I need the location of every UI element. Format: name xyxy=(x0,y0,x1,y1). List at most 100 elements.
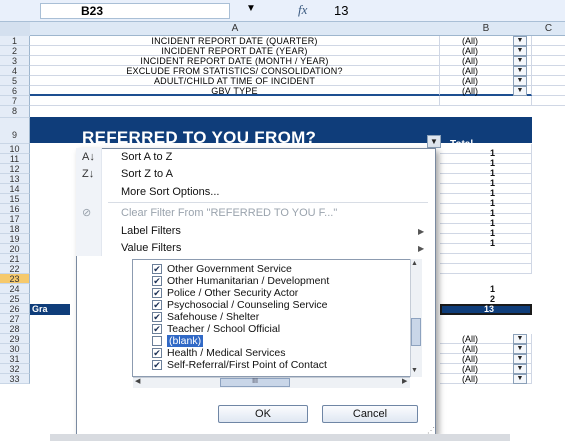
row-number[interactable]: 8 xyxy=(0,106,30,118)
row-number[interactable]: 7 xyxy=(0,96,30,106)
cell[interactable] xyxy=(532,96,565,106)
row-number[interactable]: 28 xyxy=(0,324,30,334)
cell[interactable] xyxy=(532,76,565,86)
checkbox[interactable]: ✔ xyxy=(152,348,162,358)
row-number[interactable]: 27 xyxy=(0,314,30,324)
cell[interactable] xyxy=(440,214,532,224)
checkbox-unchecked[interactable] xyxy=(152,336,162,346)
column-header-a[interactable]: A xyxy=(30,22,440,36)
row-number[interactable]: 22 xyxy=(0,264,30,274)
row-number[interactable]: 6 xyxy=(0,86,30,96)
total-value[interactable]: 1 xyxy=(490,178,495,188)
filter-label[interactable]: GBV TYPE xyxy=(30,86,440,96)
row-number[interactable]: 32 xyxy=(0,364,30,374)
cell[interactable] xyxy=(532,66,565,76)
filter-label[interactable]: ADULT/CHILD AT TIME OF INCIDENT xyxy=(30,76,440,86)
checkbox[interactable]: ✔ xyxy=(152,360,162,370)
row-number[interactable]: 24 xyxy=(0,284,30,294)
row-number[interactable]: 13 xyxy=(0,174,30,184)
cell[interactable] xyxy=(440,154,532,164)
row-number[interactable]: 14 xyxy=(0,184,30,194)
pivot-row-field-title[interactable]: REFERRED TO YOU FROM? xyxy=(82,128,316,148)
checkbox[interactable]: ✔ xyxy=(152,288,162,298)
filter-value-cell[interactable]: (All) ▼ xyxy=(440,344,532,354)
row-number[interactable]: 21 xyxy=(0,254,30,264)
horizontal-scroll-thumb[interactable]: III xyxy=(220,378,290,387)
row-number-selected[interactable]: 23 xyxy=(0,274,30,284)
row-number[interactable]: 20 xyxy=(0,244,30,254)
scroll-up-icon[interactable]: ▲ xyxy=(411,260,418,267)
name-box[interactable]: B23 xyxy=(40,3,230,19)
checkbox[interactable]: ✔ xyxy=(152,324,162,334)
filter-value-cell[interactable]: (All) ▼ xyxy=(440,66,532,76)
checklist-item-label[interactable]: Teacher / School Official xyxy=(167,323,280,335)
cell[interactable] xyxy=(440,184,532,194)
checklist-item-label[interactable]: Other Government Service xyxy=(167,263,292,275)
row-number[interactable]: 33 xyxy=(0,374,30,384)
ok-button[interactable]: OK xyxy=(218,405,308,423)
cell[interactable] xyxy=(440,96,532,106)
total-value[interactable]: 1 xyxy=(490,208,495,218)
row-number[interactable]: 11 xyxy=(0,154,30,164)
checkbox[interactable]: ✔ xyxy=(152,276,162,286)
row-number[interactable]: 31 xyxy=(0,354,30,364)
filter-label[interactable]: INCIDENT REPORT DATE (YEAR) xyxy=(30,46,440,56)
filter-value-cell[interactable]: (All) ▼ xyxy=(440,364,532,374)
cell[interactable] xyxy=(440,254,532,264)
row-number[interactable]: 26 xyxy=(0,304,30,314)
filter-label[interactable]: INCIDENT REPORT DATE (MONTH / YEAR) xyxy=(30,56,440,66)
scroll-left-icon[interactable]: ◀ xyxy=(135,377,140,385)
total-value[interactable]: 1 xyxy=(490,188,495,198)
checkbox[interactable]: ✔ xyxy=(152,264,162,274)
sort-z-to-a-item[interactable]: Sort Z to A xyxy=(121,167,173,181)
scroll-right-icon[interactable]: ▶ xyxy=(402,377,407,385)
column-header-c[interactable]: C xyxy=(532,22,565,36)
filter-label[interactable]: EXCLUDE FROM STATISTICS/ CONSOLIDATION? xyxy=(30,66,440,76)
row-number[interactable]: 16 xyxy=(0,204,30,214)
filter-value-cell[interactable]: (All) ▼ xyxy=(440,76,532,86)
chevron-down-icon[interactable]: ▼ xyxy=(513,76,527,86)
checklist-item-label-selected[interactable]: (blank) xyxy=(167,335,204,347)
chevron-down-icon[interactable]: ▼ xyxy=(513,354,527,364)
cell[interactable] xyxy=(532,46,565,56)
total-value[interactable]: 1 xyxy=(490,168,495,178)
row-number[interactable]: 9 xyxy=(0,118,30,144)
row-number[interactable]: 29 xyxy=(0,334,30,344)
filter-value-cell[interactable]: (All) ▼ xyxy=(440,334,532,344)
total-column-header[interactable]: Total xyxy=(450,139,473,150)
chevron-down-icon[interactable]: ▼ xyxy=(513,66,527,76)
total-value[interactable]: 1 xyxy=(490,284,495,294)
value-filters-item[interactable]: Value Filters xyxy=(121,241,181,255)
filter-value-cell[interactable]: (All) ▼ xyxy=(440,354,532,364)
cell[interactable] xyxy=(440,224,532,234)
total-value[interactable]: 1 xyxy=(490,238,495,248)
row-number[interactable]: 15 xyxy=(0,194,30,204)
filter-label[interactable]: INCIDENT REPORT DATE (QUARTER) xyxy=(30,36,440,46)
row-number[interactable]: 3 xyxy=(0,56,30,66)
cell[interactable] xyxy=(440,204,532,214)
cell[interactable] xyxy=(30,96,440,106)
cell[interactable] xyxy=(440,244,532,254)
row-number[interactable]: 12 xyxy=(0,164,30,174)
cell[interactable] xyxy=(440,264,532,274)
cell[interactable] xyxy=(440,164,532,174)
filter-value-cell[interactable]: (All) ▼ xyxy=(440,46,532,56)
chevron-down-icon[interactable]: ▼ xyxy=(513,344,527,354)
row-number[interactable]: 30 xyxy=(0,344,30,354)
cell[interactable] xyxy=(532,86,565,96)
chevron-down-icon[interactable]: ▼ xyxy=(513,86,527,96)
vertical-scroll-thumb[interactable] xyxy=(411,318,421,346)
row-number[interactable]: 2 xyxy=(0,46,30,56)
formula-input[interactable]: 13 xyxy=(334,3,348,18)
grand-total-label[interactable]: Gra xyxy=(30,304,70,315)
checklist-item-label[interactable]: Health / Medical Services xyxy=(167,347,285,359)
checkbox[interactable]: ✔ xyxy=(152,300,162,310)
chevron-down-icon[interactable]: ▼ xyxy=(513,334,527,344)
filter-value-cell[interactable]: (All) ▼ xyxy=(440,56,532,66)
cancel-button[interactable]: Cancel xyxy=(322,405,418,423)
chevron-down-icon[interactable]: ▼ xyxy=(513,374,527,384)
cell[interactable] xyxy=(440,234,532,244)
row-number[interactable]: 18 xyxy=(0,224,30,234)
checklist-item-label[interactable]: Police / Other Security Actor xyxy=(167,287,298,299)
select-all-corner[interactable] xyxy=(0,22,30,36)
